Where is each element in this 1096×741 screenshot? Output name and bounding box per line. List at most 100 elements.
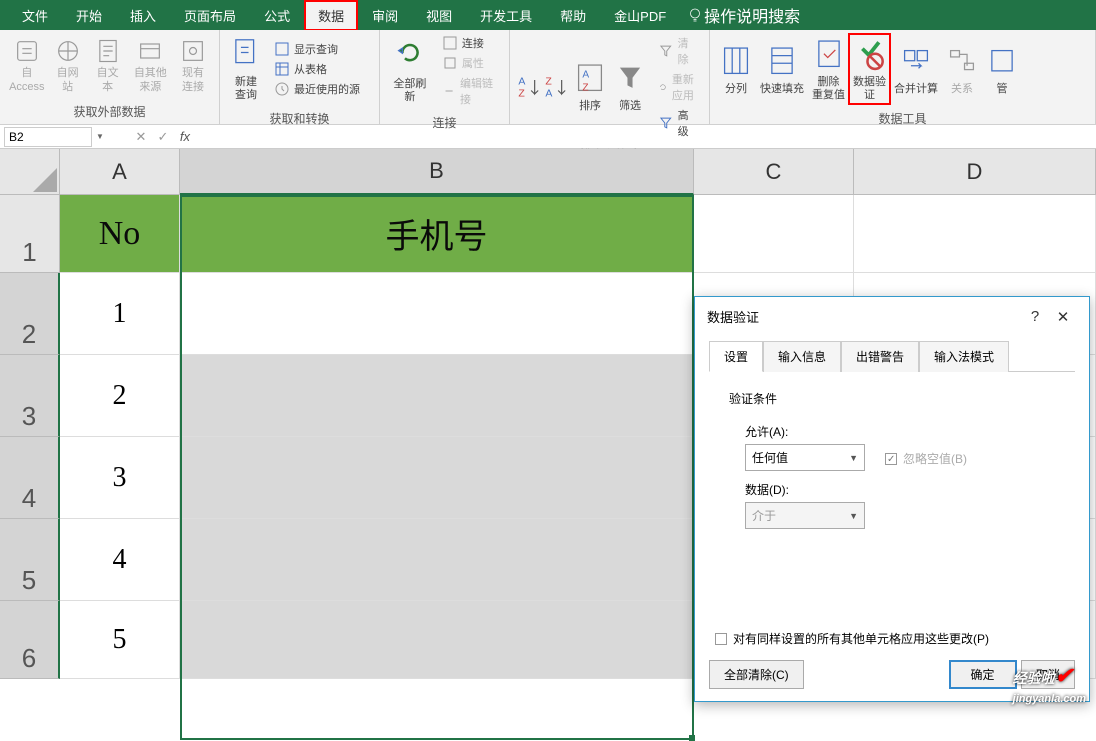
cell-a3[interactable]: 2 [60, 355, 180, 437]
col-header-b[interactable]: B [180, 149, 694, 195]
recent-sources-button[interactable]: 最近使用的源 [270, 80, 364, 98]
data-label: 数据(D): [745, 481, 1055, 498]
allow-dropdown[interactable]: 任何值▼ [745, 444, 865, 471]
cell-b2[interactable] [180, 273, 694, 355]
cell-c1[interactable] [694, 195, 854, 273]
sort-az-icon: AZ [516, 73, 544, 101]
new-query-icon [230, 36, 262, 74]
connections-button[interactable]: 连接 [438, 34, 503, 52]
sort-button[interactable]: AZ 排序 [570, 58, 610, 115]
tab-review[interactable]: 审阅 [358, 0, 412, 31]
tab-dev[interactable]: 开发工具 [466, 0, 546, 31]
consolidate-button[interactable]: 合并计算 [890, 41, 942, 98]
cancel-formula-icon[interactable]: ✕ [130, 129, 152, 145]
dialog-tab-input-message[interactable]: 输入信息 [763, 341, 841, 372]
fx-icon[interactable]: fx [174, 129, 196, 144]
cell-b1[interactable]: 手机号 [180, 195, 694, 273]
cell-a2[interactable]: 1 [60, 273, 180, 355]
from-access-button[interactable]: 自 Access [6, 35, 48, 95]
apply-same-checkbox[interactable]: 对有同样设置的所有其他单元格应用这些更改(P) [715, 630, 989, 647]
clear-all-button[interactable]: 全部清除(C) [709, 660, 804, 689]
row-header-2[interactable]: 2 [0, 273, 60, 355]
cell-a6[interactable]: 5 [60, 601, 180, 679]
cell-a5[interactable]: 4 [60, 519, 180, 601]
from-other-button[interactable]: 自其他来源 [128, 35, 173, 95]
filter-button[interactable]: 筛选 [610, 58, 650, 115]
checkbox-icon [715, 633, 727, 645]
cell-b5[interactable] [180, 519, 694, 601]
accept-formula-icon[interactable]: ✓ [152, 129, 174, 145]
sort-icon: AZ [574, 60, 606, 98]
new-query-button[interactable]: 新建 查询 [226, 34, 266, 104]
select-all-corner[interactable] [0, 149, 60, 195]
from-table-icon [274, 61, 290, 77]
advanced-filter-button[interactable]: 高级 [654, 106, 703, 140]
tab-wps[interactable]: 金山PDF [600, 0, 680, 31]
from-web-button[interactable]: 自网站 [48, 35, 88, 95]
tab-formula[interactable]: 公式 [250, 0, 304, 31]
dialog-tab-ime[interactable]: 输入法模式 [919, 341, 1009, 372]
tab-data[interactable]: 数据 [304, 0, 358, 31]
from-table-button[interactable]: 从表格 [270, 60, 364, 78]
text-to-columns-button[interactable]: 分列 [716, 41, 756, 98]
from-text-button[interactable]: 自文本 [88, 35, 128, 95]
svg-text:A: A [582, 70, 589, 81]
group-label: 获取和转换 [220, 108, 379, 131]
flash-fill-button[interactable]: 快速填充 [756, 41, 808, 98]
tab-view[interactable]: 视图 [412, 0, 466, 31]
cell-a1[interactable]: No [60, 195, 180, 273]
tab-layout[interactable]: 页面布局 [170, 0, 250, 31]
row-header-1[interactable]: 1 [0, 195, 60, 273]
clear-filter-button[interactable]: 清除 [654, 34, 703, 68]
row-header-6[interactable]: 6 [0, 601, 60, 679]
watermark: 经验啦✔ jingyanla.com [1013, 663, 1086, 705]
name-box-dropdown[interactable]: ▼ [96, 132, 104, 141]
tab-file[interactable]: 文件 [8, 0, 62, 31]
cell-b4[interactable] [180, 437, 694, 519]
col-header-c[interactable]: C [694, 149, 854, 195]
name-box[interactable]: B2 [4, 127, 92, 147]
existing-conn-icon [179, 37, 207, 65]
tab-home[interactable]: 开始 [62, 0, 116, 31]
row-header-3[interactable]: 3 [0, 355, 60, 437]
group-connections: 全部刷新 连接 属性 编辑链接 连接 [380, 30, 510, 124]
cell-b3[interactable] [180, 355, 694, 437]
remove-duplicates-button[interactable]: 删除 重复值 [808, 34, 849, 104]
reapply-button[interactable]: 重新应用 [654, 70, 703, 104]
ignore-blank-checkbox[interactable]: 忽略空值(B) [885, 450, 967, 467]
cell-a4[interactable]: 3 [60, 437, 180, 519]
refresh-all-button[interactable]: 全部刷新 [386, 36, 434, 106]
cell-d1[interactable] [854, 195, 1096, 273]
show-queries-button[interactable]: 显示查询 [270, 40, 364, 58]
manage-button[interactable]: 管 [982, 41, 1022, 98]
group-sort-filter: AZ ZA AZ 排序 筛选 清除 重新应用 高级 排序和筛选 [510, 30, 710, 124]
ok-button[interactable]: 确定 [949, 660, 1017, 689]
ribbon: 自 Access 自网站 自文本 自其他来源 现有连接 获取外部数据 [0, 30, 1096, 125]
data-dropdown[interactable]: 介于▼ [745, 502, 865, 529]
tab-insert[interactable]: 插入 [116, 0, 170, 31]
col-header-a[interactable]: A [60, 149, 180, 195]
cell-b6[interactable] [180, 601, 694, 679]
properties-button[interactable]: 属性 [438, 54, 503, 72]
sort-za-button[interactable]: ZA [543, 71, 570, 103]
tell-me-search[interactable]: 操作说明搜索 [686, 3, 800, 27]
existing-conn-button[interactable]: 现有连接 [173, 35, 213, 95]
group-label: 获取外部数据 [0, 101, 219, 124]
dialog-help-button[interactable]: ? [1021, 308, 1049, 325]
data-validation-dialog: 数据验证 ? ✕ 设置 输入信息 出错警告 输入法模式 验证条件 允许(A): … [694, 296, 1090, 702]
relationships-button[interactable]: 关系 [942, 41, 982, 98]
dialog-tab-error-alert[interactable]: 出错警告 [841, 341, 919, 372]
dialog-tab-settings[interactable]: 设置 [709, 341, 763, 372]
consolidate-icon [900, 43, 932, 81]
tab-help[interactable]: 帮助 [546, 0, 600, 31]
data-validation-button[interactable]: 数据验 证 [849, 34, 890, 104]
group-get-transform: 新建 查询 显示查询 从表格 最近使用的源 获取和转换 [220, 30, 380, 124]
edit-links-button[interactable]: 编辑链接 [438, 74, 503, 108]
sort-az-button[interactable]: AZ [516, 71, 543, 103]
bulb-icon [686, 6, 704, 24]
row-header-5[interactable]: 5 [0, 519, 60, 601]
dialog-close-button[interactable]: ✕ [1049, 308, 1077, 326]
row-header-4[interactable]: 4 [0, 437, 60, 519]
props-icon [442, 55, 458, 71]
col-header-d[interactable]: D [854, 149, 1096, 195]
